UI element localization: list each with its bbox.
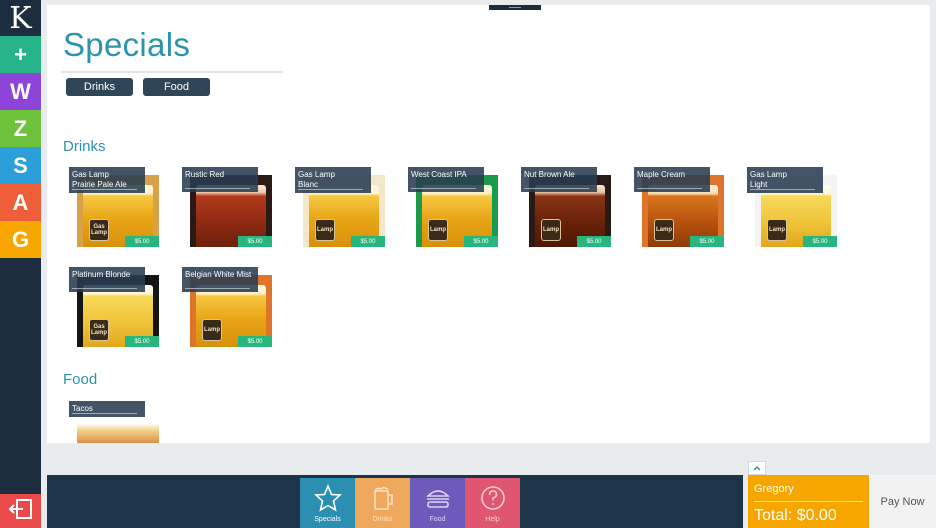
menu-item[interactable]: West Coast IPA Lamp $5.00 <box>408 167 503 249</box>
menu-item-price: $5.00 <box>803 236 837 247</box>
pull-down-handle[interactable] <box>489 5 541 10</box>
rail-w-button[interactable]: W <box>0 73 41 110</box>
nav-food-button[interactable]: Food <box>410 478 465 528</box>
rail-z-button[interactable]: Z <box>0 110 41 147</box>
menu-item-price: $5.00 <box>351 236 385 247</box>
specials-panel: Specials Drinks Food Drinks Gas Lamp Prai… <box>47 5 930 443</box>
menu-item-price: $5.00 <box>577 236 611 247</box>
nav-specials-button[interactable]: Specials <box>300 478 355 528</box>
left-rail: K + W Z S A G <box>0 0 41 528</box>
menu-item[interactable]: Nut Brown Ale Lamp $5.00 <box>521 167 616 249</box>
chip-food[interactable]: Food <box>143 78 210 96</box>
menu-item-price: $5.00 <box>238 236 272 247</box>
menu-item-price: $5.00 <box>690 236 724 247</box>
menu-item[interactable]: Rustic Red $5.00 <box>182 167 277 249</box>
menu-item-price: $5.00 <box>238 336 272 347</box>
question-icon <box>479 484 507 512</box>
brand-badge-icon: Lamp <box>202 319 222 341</box>
nav-label: Drinks <box>372 516 393 523</box>
menu-item[interactable]: Gas Lamp Blanc Lamp $5.00 <box>295 167 390 249</box>
page-title: Specials <box>63 26 191 63</box>
menu-item[interactable]: Tacos <box>69 401 164 443</box>
nav-label: Help <box>485 516 500 523</box>
menu-item[interactable]: Gas Lamp Light Lamp $5.00 <box>747 167 842 249</box>
menu-item-label: Nut Brown Ale <box>521 167 597 192</box>
menu-item-label: Rustic Red <box>182 167 258 192</box>
customer-name: Gregory <box>754 483 794 495</box>
brand-badge-icon: Lamp <box>541 219 561 241</box>
menu-item-price: $5.00 <box>464 236 498 247</box>
menu-item-label: West Coast IPA <box>408 167 484 192</box>
order-divider <box>754 501 863 502</box>
section-title-drinks: Drinks <box>63 138 106 155</box>
section-title-food: Food <box>63 371 98 388</box>
rail-add-button[interactable]: + <box>0 36 41 73</box>
nav-drinks-button[interactable]: Drinks <box>355 478 410 528</box>
rail-s-button[interactable]: S <box>0 147 41 184</box>
bottom-nav-bar: Specials Drinks Food Help <box>47 475 743 528</box>
menu-item[interactable]: Platinum Blonde Gas Lamp $5.00 <box>69 267 164 349</box>
menu-item[interactable]: Gas Lamp Prairie Pale Ale Gas Lamp $5.00 <box>69 167 164 249</box>
nav-label: Food <box>429 516 446 523</box>
menu-item[interactable]: Maple Cream Lamp $5.00 <box>634 167 729 249</box>
brand-badge-icon: Lamp <box>428 219 448 241</box>
menu-item-label: Gas Lamp Blanc <box>295 167 371 193</box>
menu-item-label: Belgian White Mist <box>182 267 258 292</box>
star-icon <box>313 484 342 512</box>
menu-item-label: Maple Cream <box>634 167 710 192</box>
title-divider <box>61 71 283 73</box>
menu-item-label: Gas Lamp Light <box>747 167 823 193</box>
brand-badge-icon: Lamp <box>767 219 787 241</box>
pay-now-button[interactable]: Pay Now <box>869 475 936 528</box>
app-logo: K <box>9 0 32 36</box>
expand-order-button[interactable] <box>748 461 766 475</box>
order-summary[interactable]: Gregory Total: $0.00 <box>748 475 869 528</box>
burger-icon <box>424 484 452 512</box>
nav-help-button[interactable]: Help <box>465 478 520 528</box>
rail-a-button[interactable]: A <box>0 184 41 221</box>
menu-item-label: Platinum Blonde <box>69 267 145 292</box>
brand-badge-icon: Lamp <box>654 219 674 241</box>
menu-item-label: Gas Lamp Prairie Pale Ale <box>69 167 145 193</box>
exit-icon <box>8 498 34 525</box>
order-total: Total: $0.00 <box>754 507 837 524</box>
brand-badge-icon: Lamp <box>315 219 335 241</box>
beer-mug-icon <box>369 484 397 512</box>
menu-item-label: Tacos <box>69 401 145 417</box>
menu-item-price: $5.00 <box>125 236 159 247</box>
brand-badge-icon: Gas Lamp <box>89 219 109 241</box>
menu-item-price: $5.00 <box>125 336 159 347</box>
exit-button[interactable] <box>0 494 41 528</box>
chip-drinks[interactable]: Drinks <box>66 78 133 96</box>
menu-item[interactable]: Belgian White Mist Lamp $5.00 <box>182 267 277 349</box>
rail-g-button[interactable]: G <box>0 221 41 258</box>
brand-badge-icon: Gas Lamp <box>89 319 109 341</box>
nav-label: Specials <box>314 516 341 523</box>
